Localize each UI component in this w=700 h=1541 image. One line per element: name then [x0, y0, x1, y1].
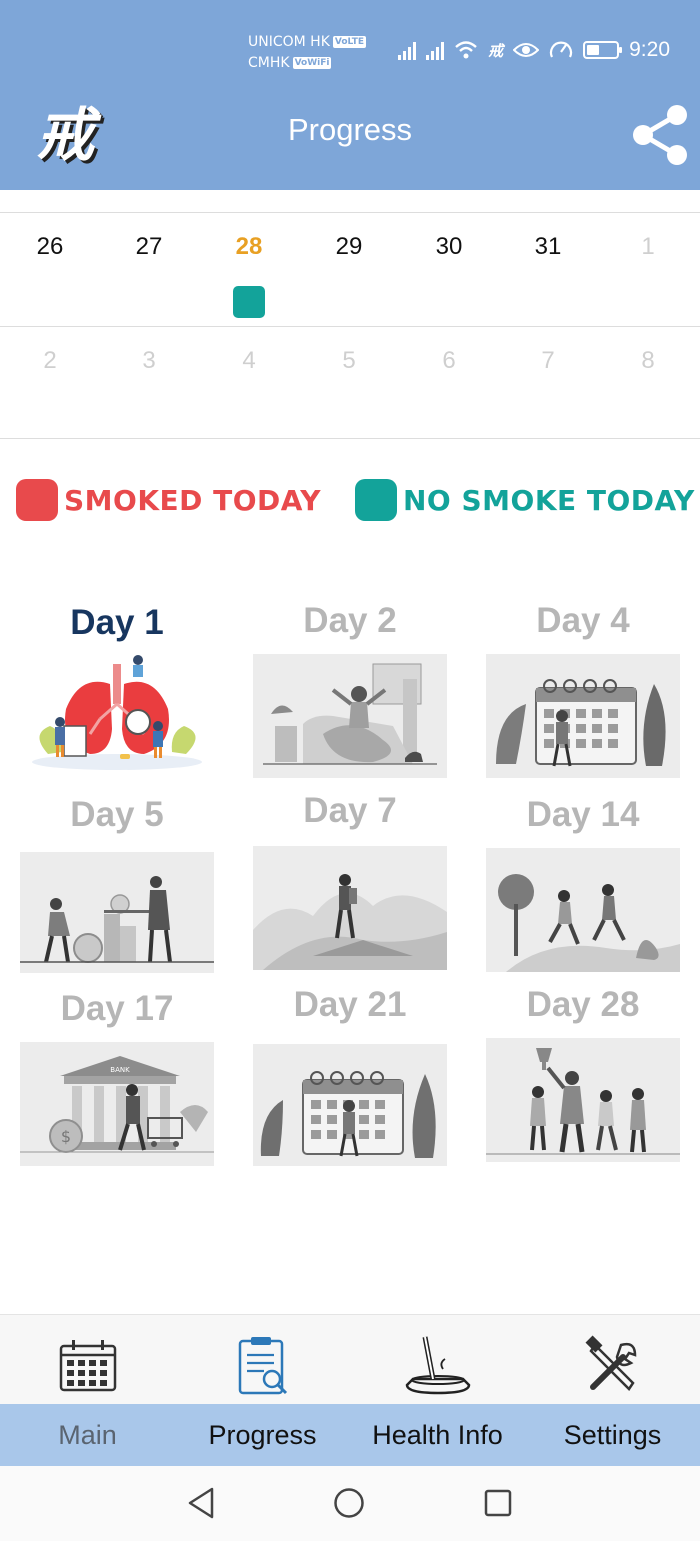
smoked-swatch — [16, 479, 58, 521]
milestone-card[interactable]: Day 5 — [20, 792, 214, 973]
nav-main-icon[interactable] — [0, 1339, 175, 1397]
calendar-day[interactable]: 8 — [598, 347, 698, 375]
calendar-illustration — [486, 654, 680, 778]
bottom-nav: Main Progress Health Info Settings — [0, 1404, 700, 1466]
clock: 9:20 — [629, 38, 670, 61]
lungs-illustration — [20, 654, 214, 774]
calendar-day[interactable]: 7 — [498, 347, 598, 375]
back-icon[interactable] — [186, 1486, 216, 1520]
nav-main[interactable]: Main — [0, 1420, 175, 1451]
calendar-week: 2 3 4 5 6 7 8 — [0, 326, 700, 439]
nav-progress-icon[interactable] — [175, 1335, 350, 1401]
milestone-card[interactable]: Day 14 — [486, 792, 680, 972]
clipboard-search-icon — [238, 1337, 287, 1395]
no-smoke-swatch — [355, 479, 397, 521]
milestone-label: Day 2 — [303, 601, 397, 640]
status-icons: 戒 9:20 — [398, 38, 670, 62]
milestone-card[interactable]: Day 2 — [253, 598, 447, 778]
smoked-label: SMOKED TODAY — [64, 484, 322, 517]
carrier-info: UNICOM HK VoLTE CMHK VoWiFi — [248, 32, 367, 74]
share-icon[interactable] — [630, 102, 692, 168]
running-illustration — [486, 848, 680, 972]
hiking-illustration — [253, 846, 447, 970]
nav-settings-icon[interactable] — [525, 1335, 700, 1399]
calendar-day[interactable]: 30 — [399, 233, 499, 261]
milestone-card[interactable]: Day 1 — [20, 600, 214, 774]
milestone-label: Day 7 — [303, 791, 397, 830]
milestone-label: Day 5 — [70, 795, 164, 834]
signal-icon — [398, 40, 417, 60]
tools-icon — [585, 1335, 636, 1391]
milestone-card[interactable]: Day 28 — [486, 982, 680, 1162]
nav-health-info[interactable]: Health Info — [350, 1420, 525, 1451]
svg-text:$: $ — [61, 1127, 71, 1146]
carrier2-tag: VoWiFi — [292, 57, 332, 69]
no-smoke-label: NO SMOKE TODAY — [403, 484, 695, 517]
wifi-icon — [455, 41, 477, 59]
bank-illustration: BANK $ — [20, 1042, 214, 1166]
milestone-card[interactable]: Day 21 — [253, 982, 447, 1166]
nav-settings[interactable]: Settings — [525, 1420, 700, 1451]
calendar-day[interactable]: 31 — [498, 233, 598, 261]
milestone-label: Day 4 — [536, 601, 630, 640]
milestone-label: Day 17 — [60, 989, 174, 1028]
system-nav-bar — [0, 1466, 700, 1541]
app-screen: UNICOM HK VoLTE CMHK VoWiFi 戒 9:20 戒 Progr… — [0, 0, 700, 1541]
status-bar: UNICOM HK VoLTE CMHK VoWiFi 戒 9:20 — [248, 30, 670, 76]
calendar-day[interactable]: 27 — [99, 233, 199, 261]
milestone-label: Day 14 — [526, 795, 640, 834]
calendar-day-today[interactable]: 28 — [199, 233, 299, 261]
milestone-card[interactable]: Day 4 — [486, 598, 680, 778]
milestone-label: Day 1 — [70, 603, 164, 642]
calendar-week: 26 27 28 29 30 31 1 — [0, 212, 700, 326]
nav-health-icon[interactable] — [350, 1333, 525, 1401]
ashtray-icon — [405, 1336, 470, 1395]
carrier1-tag: VoLTE — [332, 36, 367, 48]
milestone-label: Day 28 — [526, 985, 640, 1024]
eye-icon — [513, 43, 540, 57]
saving-money-illustration — [20, 852, 214, 973]
carrier1-name: UNICOM HK — [248, 34, 330, 50]
page-title: Progress — [287, 112, 413, 147]
svg-text:BANK: BANK — [110, 1066, 130, 1074]
calendar-day[interactable]: 4 — [199, 347, 299, 375]
milestone-card[interactable]: Day 7 — [253, 788, 447, 970]
calendar-day[interactable]: 3 — [99, 347, 199, 375]
top-bar: UNICOM HK VoLTE CMHK VoWiFi 戒 9:20 戒 Progr… — [0, 0, 700, 190]
calendar-day[interactable]: 26 — [0, 233, 100, 261]
signal-icon — [426, 40, 445, 60]
no-smoke-marker — [233, 286, 265, 318]
milestone-label: Day 21 — [293, 985, 407, 1024]
calendar-day[interactable]: 6 — [399, 347, 499, 375]
milestone-card[interactable]: Day 17 BANK $ — [20, 986, 214, 1166]
calendar-day[interactable]: 29 — [299, 233, 399, 261]
recents-icon[interactable] — [484, 1489, 512, 1517]
calendar-day[interactable]: 2 — [0, 347, 100, 375]
calendar-day[interactable]: 5 — [299, 347, 399, 375]
battery-icon — [583, 41, 623, 59]
speedometer-icon — [550, 41, 573, 58]
calendar-day[interactable]: 1 — [598, 233, 698, 261]
celebration-illustration — [486, 1038, 680, 1162]
carrier2-name: CMHK — [248, 55, 290, 71]
home-icon[interactable] — [333, 1487, 365, 1519]
nav-progress[interactable]: Progress — [175, 1420, 350, 1451]
legend: SMOKED TODAY NO SMOKE TODAY — [0, 478, 700, 524]
waking-up-illustration — [253, 654, 447, 778]
calendar-illustration — [253, 1044, 447, 1166]
app-mini-icon: 戒 — [488, 41, 504, 60]
calendar-icon — [59, 1340, 116, 1392]
bottom-nav-icons — [0, 1314, 700, 1404]
